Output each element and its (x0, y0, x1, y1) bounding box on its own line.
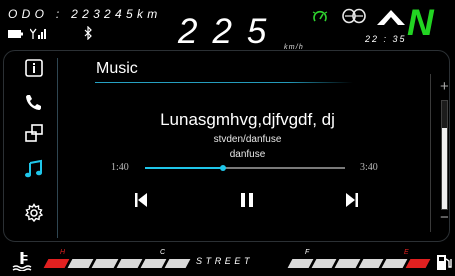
clock: 22 : 35 (365, 34, 407, 44)
volume-slider[interactable] (441, 100, 448, 210)
phone-icon (26, 95, 41, 110)
fuel-gauge (287, 259, 431, 268)
sidebar-item-connect[interactable] (24, 123, 44, 143)
bluetooth-icon (84, 26, 92, 40)
riding-mode: STREET (196, 256, 254, 266)
tire-icon (342, 8, 366, 24)
screen-mirror-icon (25, 124, 43, 142)
gauge-segment (91, 259, 118, 268)
gauge-segment (381, 259, 407, 268)
sidebar-divider (57, 58, 58, 238)
previous-button[interactable] (134, 192, 148, 213)
gear-icon (24, 203, 44, 223)
pause-icon (241, 193, 253, 207)
sidebar-item-music[interactable] (24, 159, 44, 179)
progress-track[interactable] (145, 165, 345, 171)
progress-fill (145, 167, 223, 169)
odometer: ODO : 223245km (8, 7, 162, 21)
next-button[interactable] (345, 192, 359, 213)
headlight-icon (312, 10, 328, 22)
speed-unit: km/h (284, 44, 304, 51)
pause-button[interactable] (240, 192, 254, 213)
sidebar-item-phone[interactable] (24, 92, 44, 112)
display-frame (3, 50, 450, 242)
volume-fill (442, 128, 447, 209)
gauge-segment (116, 259, 143, 268)
fuel-full-label: F (305, 249, 310, 256)
volume-divider (430, 74, 431, 232)
artist-name: stvden/danfuse (213, 134, 282, 145)
progress-thumb[interactable] (220, 165, 226, 171)
gauge-segment (334, 259, 360, 268)
total-time: 3:40 (360, 162, 378, 173)
elapsed-time: 1:40 (111, 162, 129, 173)
page-title: Music (96, 60, 138, 77)
sidebar-item-settings[interactable] (24, 203, 44, 223)
battery-icon (8, 30, 23, 38)
volume-up-button[interactable]: + (440, 78, 449, 95)
gauge-segment (311, 259, 337, 268)
volume-down-button[interactable]: − (440, 209, 449, 226)
gauge-segment (164, 259, 191, 268)
gauge-segment (67, 259, 94, 268)
gauge-segment (358, 259, 384, 268)
previous-icon (135, 193, 147, 207)
info-icon (25, 59, 43, 77)
temp-low-label: C (160, 249, 166, 256)
speed-readout: 225 (178, 12, 282, 51)
gear-indicator: N (407, 2, 434, 43)
temp-high-label: H (60, 249, 66, 256)
gauge-segment (405, 259, 431, 268)
song-title: Lunasgmhvg,djfvgdf, dj (160, 110, 335, 129)
coolant-temp-icon (12, 252, 32, 271)
temperature-gauge (43, 259, 191, 268)
signal-icon (30, 28, 46, 39)
next-icon (346, 193, 358, 207)
gauge-segment (287, 259, 313, 268)
title-divider (95, 82, 353, 83)
gauge-segment (140, 259, 167, 268)
sidebar-item-info[interactable] (24, 58, 44, 78)
chevron-up-icon (377, 10, 405, 25)
music-note-icon (25, 159, 42, 178)
album-name: danfuse (229, 149, 266, 160)
fuel-empty-label: E (404, 249, 409, 256)
gauge-segment (43, 259, 70, 268)
fuel-pump-icon (437, 255, 452, 270)
